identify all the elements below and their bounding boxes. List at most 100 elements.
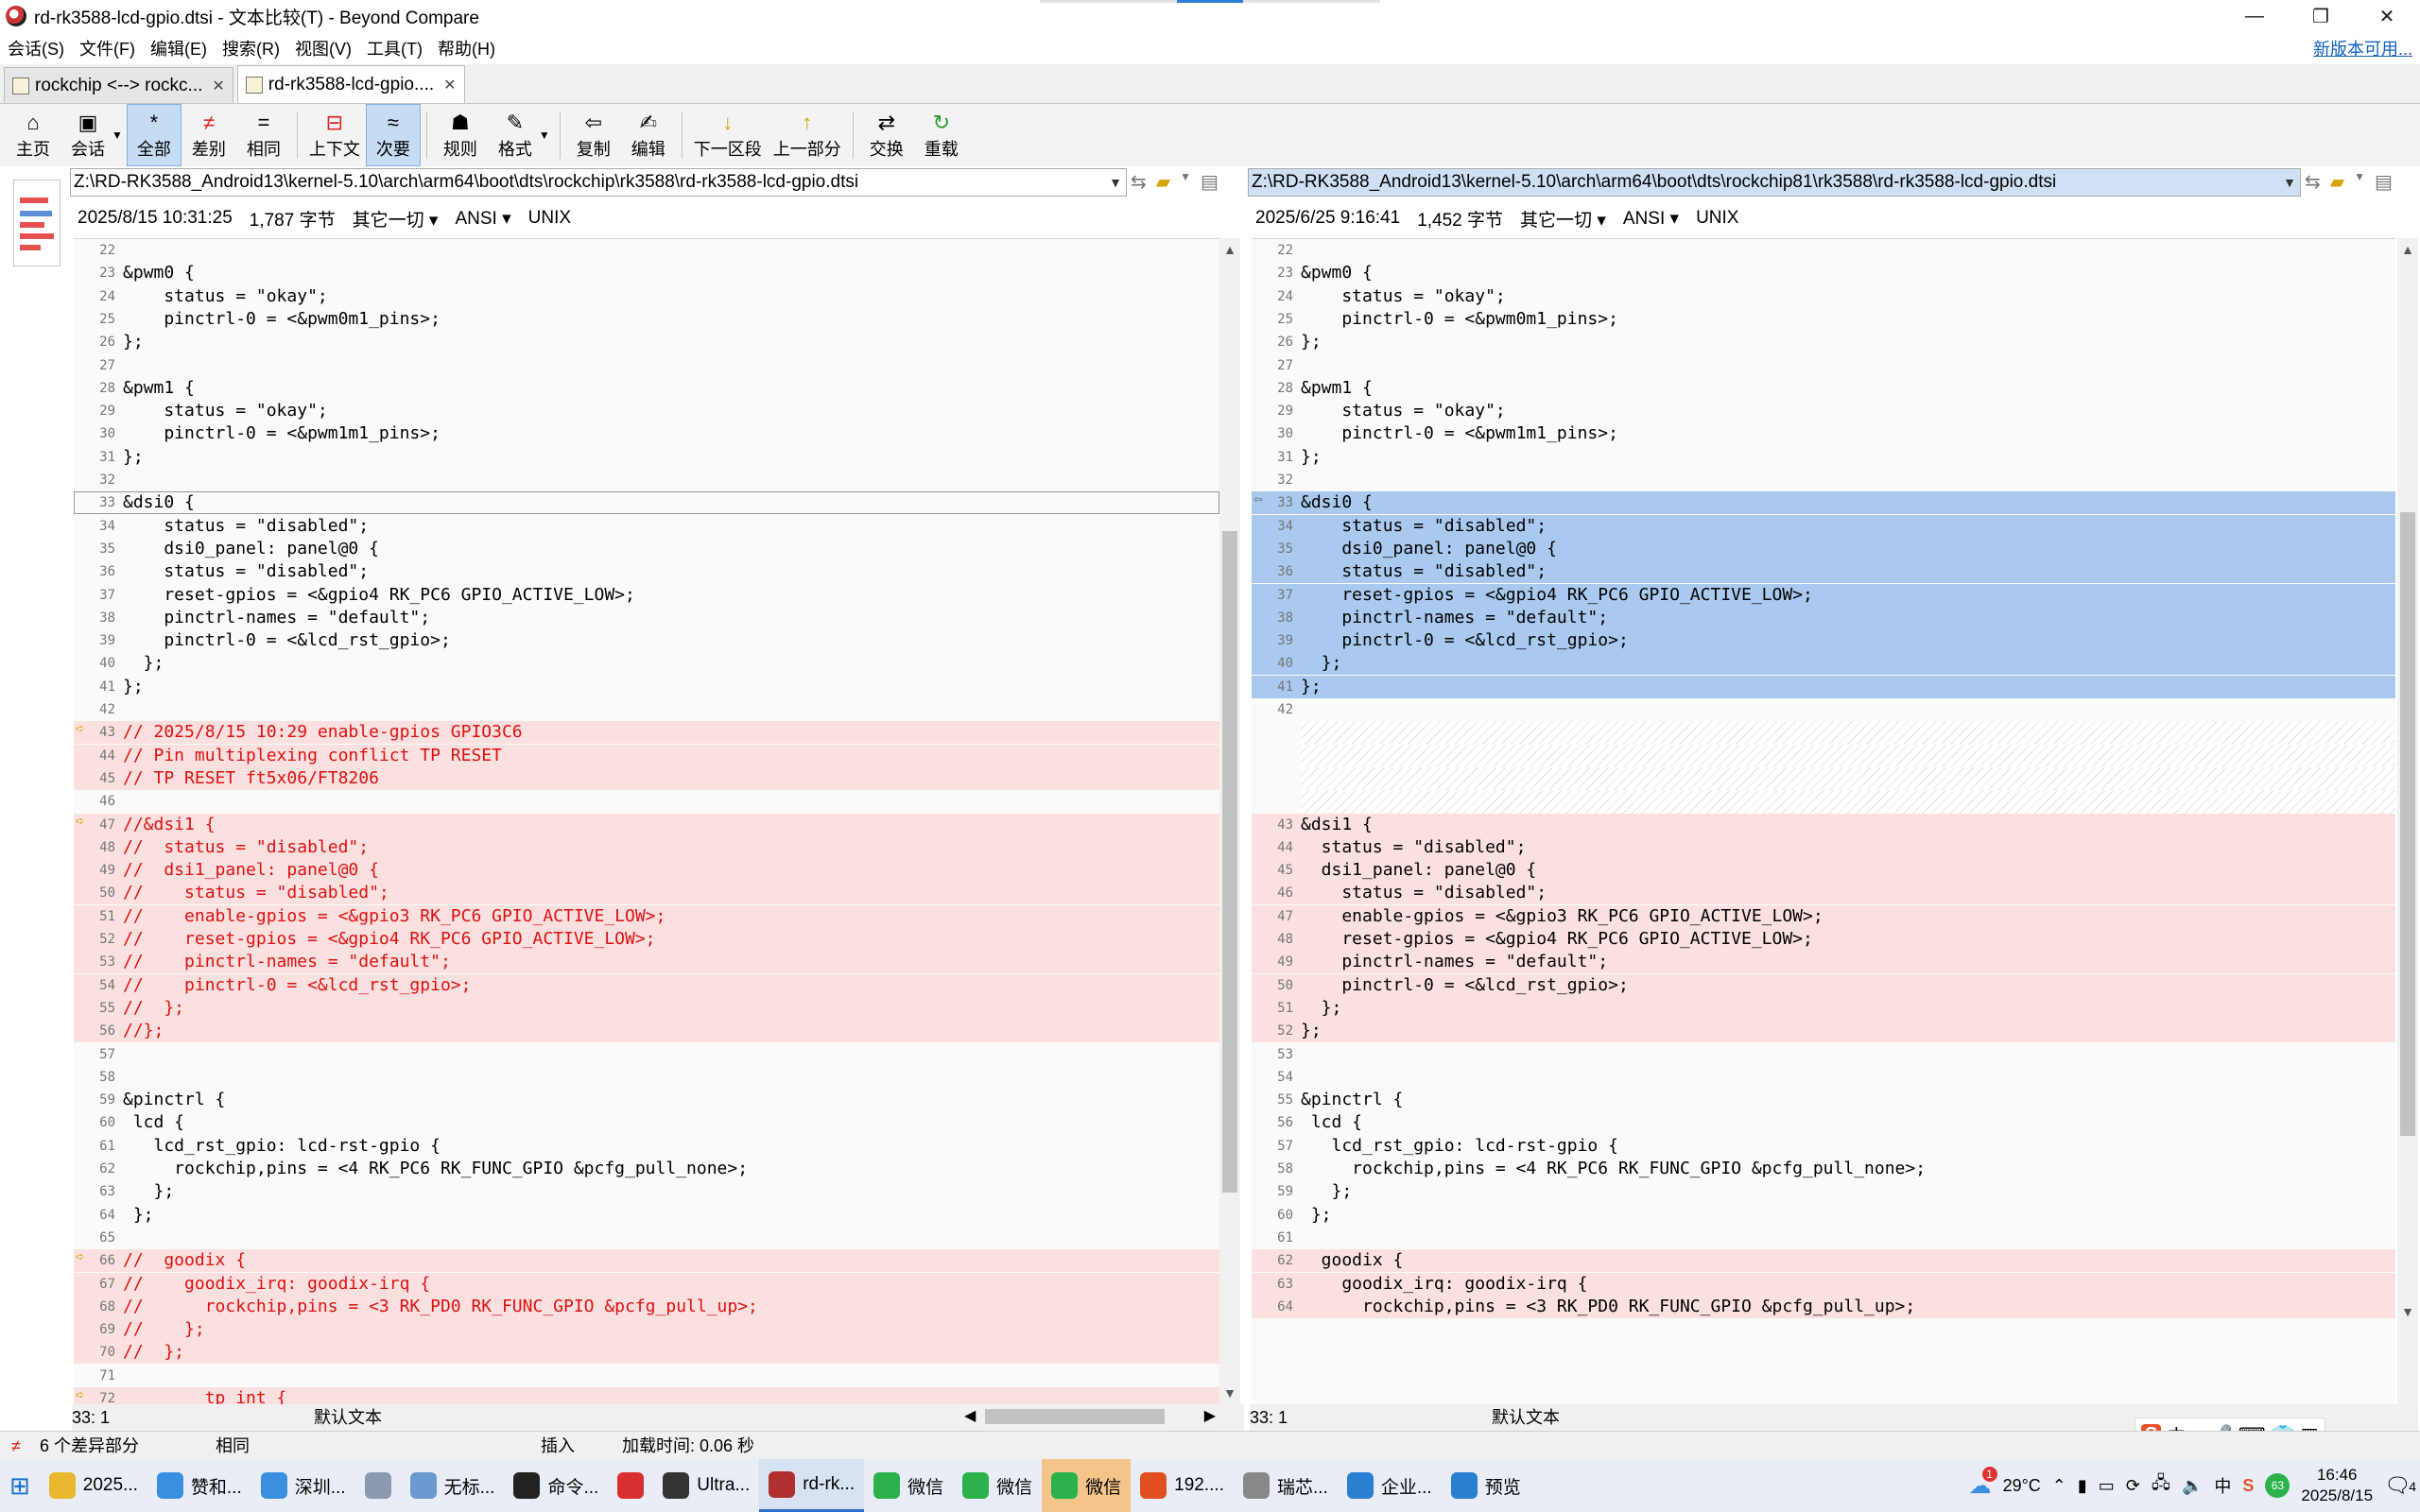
code-line[interactable]: 23 &pwm0 {	[1252, 262, 2395, 284]
code-line[interactable]: 35 dsi0_panel: panel@0 {	[1252, 538, 2395, 560]
right-path-input[interactable]: Z:\RD-RK3588_Android13\kernel-5.10\arch\…	[1248, 168, 2301, 197]
code-line[interactable]: 46	[74, 790, 1219, 813]
code-line[interactable]: 49 // dsi1_panel: panel@0 {	[74, 859, 1219, 882]
code-line[interactable]: 40 };	[74, 652, 1219, 675]
code-line[interactable]: 29 status = "okay";	[74, 400, 1219, 422]
code-line[interactable]: 28 &pwm1 {	[1252, 377, 2395, 400]
code-line[interactable]: 48 reset-gpios = <&gpio4 RK_PC6 GPIO_ACT…	[1252, 928, 2395, 951]
diff-marker-icon[interactable]: ➪	[76, 1387, 93, 1402]
reload-button[interactable]: ↻ 重载	[914, 104, 969, 166]
right-vertical-scrollbar[interactable]: ▲ ▼	[2397, 238, 2418, 1404]
code-line[interactable]: 39 pinctrl-0 = <&lcd_rst_gpio>;	[1252, 629, 2395, 652]
code-line[interactable]: 31};	[1252, 446, 2395, 469]
notification-icon[interactable]: 🗨 4	[2384, 1473, 2416, 1498]
code-line[interactable]: 25 pinctrl-0 = <&pwm0m1_pins>;	[74, 308, 1219, 331]
code-line[interactable]: 32	[74, 469, 1219, 491]
code-line[interactable]: 28 &pwm1 {	[74, 377, 1219, 400]
code-line[interactable]: 64 };	[74, 1204, 1219, 1227]
show-same-button[interactable]: = 相同	[236, 104, 291, 166]
code-line[interactable]: 48 // status = "disabled";	[74, 836, 1219, 859]
menu-file[interactable]: 文件(F)	[72, 36, 143, 60]
left-encoding-dropdown[interactable]: ANSI ▾	[455, 208, 510, 230]
code-line[interactable]: 36 status = "disabled";	[1252, 560, 2395, 583]
code-line[interactable]: 72 tp_int {➪	[74, 1387, 1219, 1404]
code-line[interactable]: 66// goodix {➪	[74, 1249, 1219, 1272]
home-button[interactable]: ⌂ 主页	[6, 104, 60, 166]
code-line[interactable]: 70 // };	[74, 1341, 1219, 1364]
left-lineend[interactable]: UNIX	[528, 208, 571, 229]
code-line[interactable]: 38 pinctrl-names = "default";	[1252, 607, 2395, 629]
code-line[interactable]: 61	[1252, 1227, 2395, 1249]
rules-button[interactable]: ☗ 规则	[433, 104, 488, 166]
scroll-down-icon[interactable]: ▼	[2397, 1304, 2418, 1319]
code-line[interactable]: 62 goodix {	[1252, 1249, 2395, 1272]
tab-close-icon[interactable]: ✕	[443, 76, 456, 94]
taskbar-item[interactable]: 微信	[1042, 1459, 1132, 1512]
code-line[interactable]: 27	[74, 354, 1219, 377]
format-dropdown-icon[interactable]: ▼	[539, 129, 550, 142]
tab-close-icon[interactable]: ✕	[212, 77, 224, 95]
code-line[interactable]: 27	[1252, 354, 2395, 377]
sync-icon[interactable]: ⟳	[2126, 1476, 2140, 1496]
left-save-icon[interactable]: ▤	[1201, 170, 1219, 194]
scroll-down-icon[interactable]: ▼	[1219, 1385, 1240, 1400]
code-line[interactable]: 71	[74, 1365, 1219, 1387]
code-line[interactable]: 37 reset-gpios = <&gpio4 RK_PC6 GPIO_ACT…	[74, 584, 1219, 607]
taskbar-item[interactable]: 微信	[953, 1459, 1042, 1512]
left-folder-dropdown-icon[interactable]: ▼	[1180, 170, 1191, 194]
code-line[interactable]: 51 // enable-gpios = <&gpio3 RK_PC6 GPIO_…	[74, 905, 1219, 928]
swap-button[interactable]: ⇄ 交换	[859, 104, 914, 166]
code-line[interactable]: 61 lcd_rst_gpio: lcd-rst-gpio {	[74, 1135, 1219, 1158]
taskbar-item[interactable]: 深圳...	[251, 1459, 355, 1512]
network-icon[interactable]: 🖧	[2152, 1471, 2170, 1500]
sogou-tray-icon[interactable]: S	[2242, 1476, 2254, 1496]
left-vertical-scrollbar[interactable]: ▲ ▼	[1219, 238, 1240, 1404]
taskbar-item[interactable]: 赞和...	[147, 1459, 251, 1512]
code-line[interactable]: 55 // };	[74, 997, 1219, 1020]
code-line[interactable]: 63 goodix_irq: goodix-irq {	[1252, 1273, 2395, 1296]
right-open-folder-icon[interactable]: ▰	[2330, 170, 2344, 194]
session-dropdown-icon[interactable]: ▼	[112, 129, 123, 142]
code-line[interactable]: 22	[74, 239, 1219, 262]
copy-left-arrow-icon[interactable]: ⇦	[1253, 491, 1270, 507]
menu-search[interactable]: 搜索(R)	[215, 36, 287, 60]
code-line[interactable]: 30 pinctrl-0 = <&pwm1m1_pins>;	[74, 422, 1219, 445]
code-line[interactable]: 41};	[74, 676, 1219, 698]
code-line[interactable]: 23 &pwm0 {	[74, 262, 1219, 284]
code-line[interactable]: 44 status = "disabled";	[1252, 836, 2395, 859]
code-line[interactable]: 43// 2025/8/15 10:29 enable-gpios GPIO3C…	[74, 721, 1219, 744]
left-other-dropdown[interactable]: 其它一切 ▾	[353, 206, 439, 232]
code-line[interactable]: 68 // rockchip,pins = <3 RK_PD0 RK_FUNC_G…	[74, 1296, 1219, 1318]
code-line[interactable]: 57	[74, 1043, 1219, 1066]
code-line[interactable]: 64 rockchip,pins = <3 RK_PD0 RK_FUNC_GPI…	[1252, 1296, 2395, 1318]
code-line[interactable]: 58	[74, 1066, 1219, 1089]
code-line[interactable]: 60 lcd {	[74, 1111, 1219, 1134]
code-line[interactable]: 56 //};	[74, 1020, 1219, 1042]
code-line[interactable]: 44 // Pin multiplexing conflict TP RESET	[74, 745, 1219, 767]
chevron-up-icon[interactable]: ⌃	[2052, 1476, 2066, 1496]
taskbar-item[interactable]: 2025...	[40, 1459, 147, 1512]
context-button[interactable]: ⊟ 上下文	[303, 104, 366, 166]
minor-button[interactable]: ≈ 次要	[365, 104, 421, 166]
code-line[interactable]: 50 pinctrl-0 = <&lcd_rst_gpio>;	[1252, 974, 2395, 997]
diff-overview-thumbnail[interactable]	[13, 180, 60, 266]
code-line[interactable]: 34 status = "disabled";	[74, 515, 1219, 538]
tray-app-icon[interactable]: ▮	[2078, 1476, 2087, 1496]
left-history-icon[interactable]: ⇆	[1131, 170, 1147, 194]
code-line[interactable]: 59 };	[1252, 1180, 2395, 1203]
ime-indicator-icon[interactable]: 中	[2214, 1473, 2231, 1498]
diff-marker-icon[interactable]: ➪	[76, 721, 93, 736]
code-line[interactable]: 55 &pinctrl {	[1252, 1089, 2395, 1111]
left-code-pane[interactable]: 22 23 &pwm0 {24 status = "okay"; 25 pinctrl…	[74, 238, 1219, 1404]
taskbar-item[interactable]: 企业...	[1338, 1459, 1442, 1512]
code-line[interactable]: 51 };	[1252, 997, 2395, 1020]
taskbar-item[interactable]	[608, 1459, 653, 1512]
prev-section-button[interactable]: ↑ 上一部分	[768, 104, 847, 166]
format-button[interactable]: ✎ 格式	[488, 104, 543, 166]
code-line[interactable]: 42	[1252, 698, 2395, 721]
battery-icon[interactable]: ▭	[2099, 1476, 2115, 1496]
left-horizontal-scrollbar[interactable]: ◀ ▶	[960, 1406, 1219, 1427]
code-line[interactable]: 29 status = "okay";	[1252, 400, 2395, 422]
code-line[interactable]: 33 &dsi0 {⇦	[1252, 491, 2395, 514]
taskbar-item[interactable]: 预览	[1442, 1459, 1530, 1512]
